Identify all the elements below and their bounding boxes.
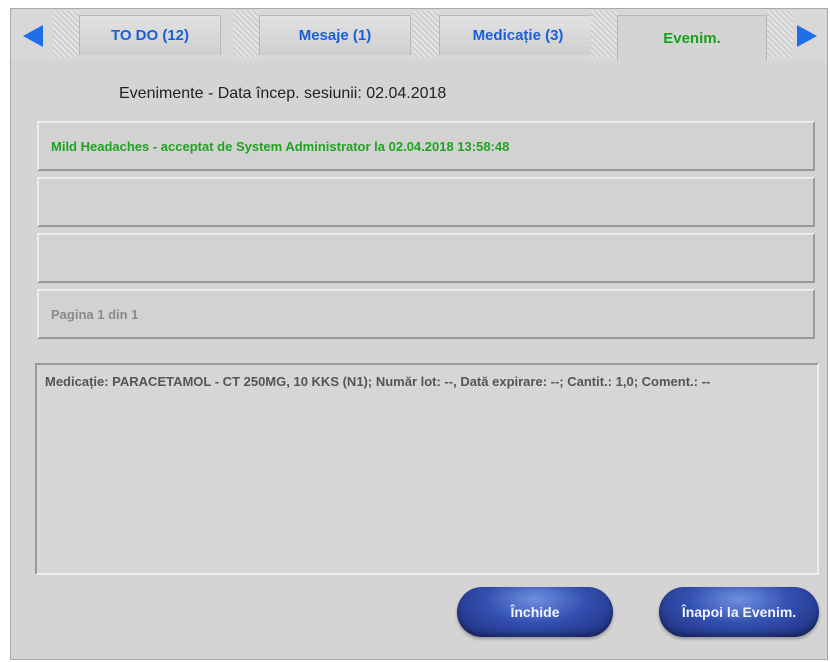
events-window: TO DO (12) Mesaje (1) Medicație (3) Even… [10, 8, 828, 660]
event-row[interactable]: Mild Headaches - acceptat de System Admi… [37, 121, 815, 171]
tab-medication[interactable]: Medicație (3) [439, 15, 597, 55]
pagination-label: Pagina 1 din 1 [37, 289, 815, 339]
tab-strip: TO DO (12) Mesaje (1) Medicație (3) Even… [11, 9, 827, 61]
tab-separator [591, 11, 617, 57]
arrow-right-icon[interactable] [797, 25, 817, 47]
back-to-events-button[interactable]: Înapoi la Evenim. [659, 587, 819, 637]
tab-events[interactable]: Evenim. [617, 15, 767, 61]
tab-separator [767, 11, 793, 57]
event-detail-panel: Medicație: PARACETAMOL - CT 250MG, 10 KK… [35, 363, 819, 575]
event-row[interactable] [37, 233, 815, 283]
tab-todo[interactable]: TO DO (12) [79, 15, 221, 55]
close-button[interactable]: Închide [457, 587, 613, 637]
tab-messages[interactable]: Mesaje (1) [259, 15, 411, 55]
tab-separator [53, 11, 79, 57]
tab-separator [233, 11, 259, 57]
arrow-left-icon[interactable] [23, 25, 43, 47]
event-row[interactable] [37, 177, 815, 227]
page-title: Evenimente - Data încep. sesiunii: 02.04… [119, 85, 447, 102]
tab-separator [413, 11, 439, 57]
